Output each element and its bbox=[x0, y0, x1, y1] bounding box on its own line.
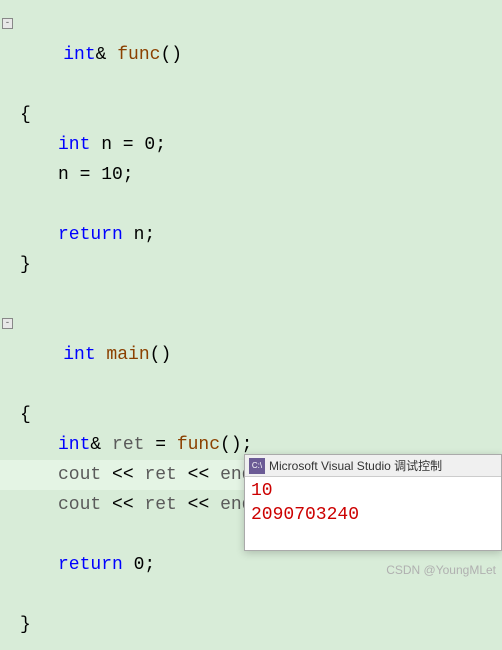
empty-line[interactable] bbox=[0, 190, 502, 220]
keyword: return bbox=[58, 555, 123, 575]
code-line[interactable]: } bbox=[0, 250, 502, 280]
debug-console-window[interactable]: C:\ Microsoft Visual Studio 调试控制 10 2090… bbox=[244, 454, 502, 551]
operator: << bbox=[101, 495, 144, 515]
console-line: 10 bbox=[251, 479, 495, 503]
console-titlebar[interactable]: C:\ Microsoft Visual Studio 调试控制 bbox=[245, 455, 501, 477]
code-text: 0; bbox=[123, 555, 155, 575]
code-line[interactable]: n = 10; bbox=[0, 160, 502, 190]
operator: & bbox=[96, 45, 107, 65]
code-line[interactable]: return n; bbox=[0, 220, 502, 250]
keyword: int bbox=[63, 345, 95, 365]
code-line[interactable]: - int& func() bbox=[0, 10, 502, 100]
function-name: main bbox=[96, 345, 150, 365]
function-call: func bbox=[177, 435, 220, 455]
code-line[interactable]: } bbox=[0, 610, 502, 640]
identifier: cout bbox=[58, 495, 101, 515]
code-text: n; bbox=[123, 225, 155, 245]
empty-line[interactable] bbox=[0, 580, 502, 610]
operator: << bbox=[101, 465, 144, 485]
visual-studio-icon: C:\ bbox=[249, 458, 265, 474]
identifier: cout bbox=[58, 465, 101, 485]
identifier: ret bbox=[144, 465, 176, 485]
code-line[interactable]: { bbox=[0, 400, 502, 430]
code-line[interactable]: int n = 0; bbox=[0, 130, 502, 160]
code-text: n = 10; bbox=[58, 165, 134, 185]
code-text: (); bbox=[220, 435, 252, 455]
keyword: return bbox=[58, 225, 123, 245]
code-text: n = 0; bbox=[90, 135, 166, 155]
parentheses: () bbox=[150, 345, 172, 365]
brace: } bbox=[20, 615, 31, 635]
watermark: CSDN @YoungMLet bbox=[386, 563, 496, 577]
operator: = bbox=[144, 435, 176, 455]
brace: { bbox=[20, 405, 31, 425]
console-title: Microsoft Visual Studio 调试控制 bbox=[269, 457, 442, 474]
identifier: ret bbox=[144, 495, 176, 515]
fold-icon[interactable]: - bbox=[2, 318, 13, 329]
operator: & bbox=[90, 435, 112, 455]
brace: } bbox=[20, 255, 31, 275]
identifier: ret bbox=[112, 435, 144, 455]
operator: << bbox=[177, 495, 220, 515]
keyword: int bbox=[58, 435, 90, 455]
operator: << bbox=[177, 465, 220, 485]
console-output: 10 2090703240 bbox=[245, 477, 501, 529]
keyword: int bbox=[58, 135, 90, 155]
empty-line[interactable] bbox=[0, 280, 502, 310]
code-editor[interactable]: -int& func() { int n = 0; n = 10; return… bbox=[0, 0, 502, 650]
fold-icon[interactable]: - bbox=[2, 18, 13, 29]
brace: { bbox=[20, 105, 31, 125]
function-name: func bbox=[117, 45, 160, 65]
keyword: int bbox=[63, 45, 95, 65]
code-line[interactable]: - int main() bbox=[0, 310, 502, 400]
parentheses: () bbox=[160, 45, 182, 65]
console-line: 2090703240 bbox=[251, 503, 495, 527]
code-line[interactable]: { bbox=[0, 100, 502, 130]
